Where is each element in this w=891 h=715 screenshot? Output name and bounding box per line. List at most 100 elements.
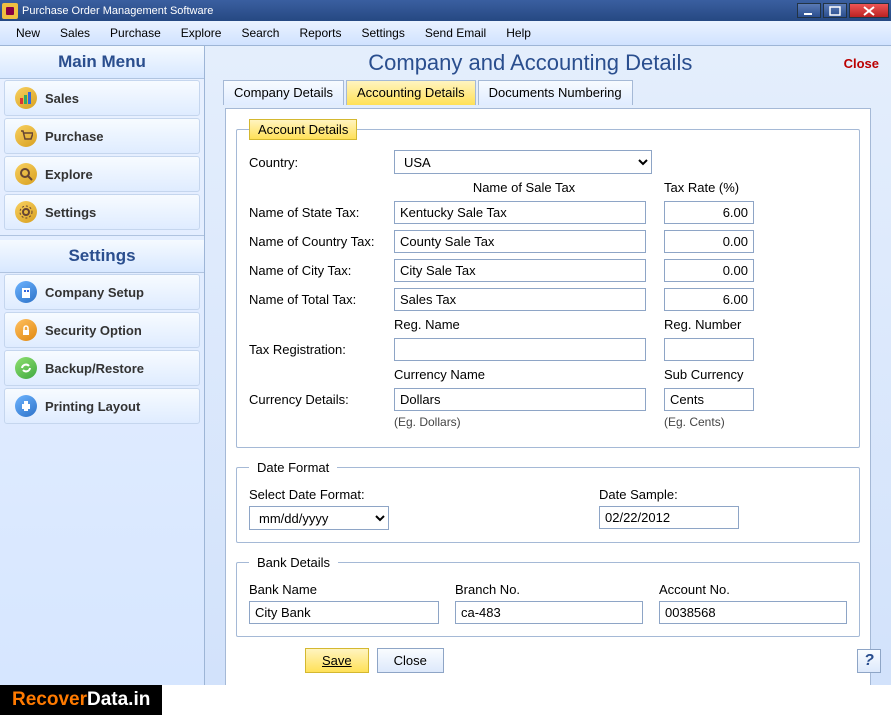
gear-icon: [15, 201, 37, 223]
country-tax-rate-input[interactable]: [664, 230, 754, 253]
country-tax-name-input[interactable]: [394, 230, 646, 253]
currency-name-header: Currency Name: [394, 367, 654, 382]
menu-bar: New Sales Purchase Explore Search Report…: [0, 21, 891, 46]
tab-panel: Account Details Country: USA Name of Sal…: [225, 108, 871, 685]
date-format-fieldset: Date Format Select Date Format: mm/dd/yy…: [236, 458, 860, 543]
building-icon: [15, 281, 37, 303]
close-link[interactable]: Close: [844, 56, 879, 71]
account-details-legend: Account Details: [249, 119, 357, 140]
city-tax-rate-input[interactable]: [664, 259, 754, 282]
sidebar-item-printing-layout[interactable]: Printing Layout: [4, 388, 200, 424]
account-no-input[interactable]: [659, 601, 847, 624]
country-tax-label: Name of Country Tax:: [249, 234, 394, 249]
sidebar-item-security-option[interactable]: Security Option: [4, 312, 200, 348]
menu-new[interactable]: New: [6, 23, 50, 43]
sidebar-main-menu-header: Main Menu: [0, 46, 204, 79]
cart-icon: [15, 125, 37, 147]
sidebar-item-explore[interactable]: Explore: [4, 156, 200, 192]
country-select[interactable]: USA: [394, 150, 652, 174]
window-close-button[interactable]: [849, 3, 889, 18]
menu-send-email[interactable]: Send Email: [415, 23, 496, 43]
lock-icon: [15, 319, 37, 341]
minimize-button[interactable]: [797, 3, 821, 18]
tab-accounting-details[interactable]: Accounting Details: [346, 80, 476, 105]
total-tax-rate-input[interactable]: [664, 288, 754, 311]
help-icon[interactable]: ?: [857, 649, 881, 673]
search-icon: [15, 163, 37, 185]
sidebar-item-label: Explore: [45, 167, 93, 182]
reg-name-header: Reg. Name: [394, 317, 654, 332]
state-tax-label: Name of State Tax:: [249, 205, 394, 220]
tax-registration-label: Tax Registration:: [249, 342, 394, 357]
app-icon: [2, 3, 18, 19]
menu-help[interactable]: Help: [496, 23, 541, 43]
reg-name-input[interactable]: [394, 338, 646, 361]
menu-purchase[interactable]: Purchase: [100, 23, 171, 43]
bank-name-label: Bank Name: [249, 582, 439, 597]
sidebar-item-purchase[interactable]: Purchase: [4, 118, 200, 154]
bank-details-fieldset: Bank Details Bank Name Branch No.: [236, 553, 860, 637]
printer-icon: [15, 395, 37, 417]
city-tax-name-input[interactable]: [394, 259, 646, 282]
sub-currency-header: Sub Currency: [664, 367, 754, 382]
account-details-fieldset: Account Details Country: USA Name of Sal…: [236, 119, 860, 448]
sidebar-item-label: Settings: [45, 205, 96, 220]
reg-number-header: Reg. Number: [664, 317, 754, 332]
date-format-legend: Date Format: [249, 458, 337, 477]
currency-name-input[interactable]: [394, 388, 646, 411]
header-tax-rate: Tax Rate (%): [664, 180, 754, 195]
menu-sales[interactable]: Sales: [50, 23, 100, 43]
sidebar: Main Menu Sales Purchase Explore Setting…: [0, 46, 205, 685]
state-tax-name-input[interactable]: [394, 201, 646, 224]
bottom-button-bar: Save Close ?: [215, 644, 881, 677]
sidebar-item-label: Security Option: [45, 323, 142, 338]
sidebar-item-sales[interactable]: Sales: [4, 80, 200, 116]
menu-settings[interactable]: Settings: [352, 23, 415, 43]
refresh-icon: [15, 357, 37, 379]
close-button[interactable]: Close: [377, 648, 444, 673]
bank-details-legend: Bank Details: [249, 553, 338, 572]
menu-explore[interactable]: Explore: [171, 23, 232, 43]
currency-details-label: Currency Details:: [249, 392, 394, 407]
sidebar-item-label: Sales: [45, 91, 79, 106]
sidebar-item-label: Backup/Restore: [45, 361, 144, 376]
sub-currency-hint: (Eg. Cents): [664, 415, 754, 429]
sidebar-item-settings[interactable]: Settings: [4, 194, 200, 230]
footer-logo: RecoverData.in: [0, 685, 162, 715]
tab-company-details[interactable]: Company Details: [223, 80, 344, 105]
content-area: Company and Accounting Details Close Com…: [205, 46, 891, 685]
country-label: Country:: [249, 155, 394, 170]
menu-search[interactable]: Search: [231, 23, 289, 43]
date-format-select[interactable]: mm/dd/yyyy: [249, 506, 389, 530]
total-tax-name-input[interactable]: [394, 288, 646, 311]
page-title: Company and Accounting Details: [217, 50, 844, 76]
date-sample-label: Date Sample:: [599, 487, 739, 502]
branch-no-label: Branch No.: [455, 582, 643, 597]
chart-bar-icon: [15, 87, 37, 109]
city-tax-label: Name of City Tax:: [249, 263, 394, 278]
title-bar: Purchase Order Management Software: [0, 0, 891, 21]
reg-number-input[interactable]: [664, 338, 754, 361]
save-button[interactable]: Save: [305, 648, 369, 673]
sidebar-item-company-setup[interactable]: Company Setup: [4, 274, 200, 310]
account-no-label: Account No.: [659, 582, 847, 597]
state-tax-rate-input[interactable]: [664, 201, 754, 224]
date-sample-input[interactable]: [599, 506, 739, 529]
sidebar-item-label: Company Setup: [45, 285, 144, 300]
sidebar-item-backup-restore[interactable]: Backup/Restore: [4, 350, 200, 386]
footer-brand-1: Recover: [12, 689, 87, 711]
branch-no-input[interactable]: [455, 601, 643, 624]
tab-documents-numbering[interactable]: Documents Numbering: [478, 80, 633, 105]
footer-brand-2: Data.in: [87, 689, 150, 711]
tab-strip: Company Details Accounting Details Docum…: [223, 80, 881, 105]
sub-currency-input[interactable]: [664, 388, 754, 411]
currency-name-hint: (Eg. Dollars): [394, 415, 654, 429]
sidebar-settings-header: Settings: [0, 240, 204, 273]
select-date-format-label: Select Date Format:: [249, 487, 389, 502]
sidebar-item-label: Purchase: [45, 129, 104, 144]
maximize-button[interactable]: [823, 3, 847, 18]
menu-reports[interactable]: Reports: [289, 23, 351, 43]
window-title: Purchase Order Management Software: [22, 5, 213, 17]
bank-name-input[interactable]: [249, 601, 439, 624]
total-tax-label: Name of Total Tax:: [249, 292, 394, 307]
